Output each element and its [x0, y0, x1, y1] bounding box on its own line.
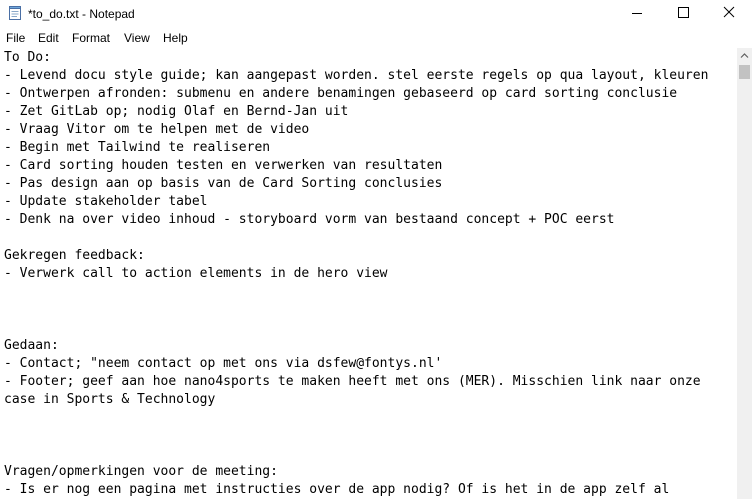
menu-file[interactable]: File: [6, 30, 25, 46]
text-line[interactable]: Vragen/opmerkingen voor de meeting:: [4, 463, 708, 481]
text-line[interactable]: [4, 427, 708, 445]
text-line[interactable]: [4, 283, 708, 301]
close-icon: [723, 6, 735, 18]
text-line[interactable]: [4, 301, 708, 319]
minimize-icon: [632, 13, 642, 14]
text-line[interactable]: [4, 229, 708, 247]
minimize-button[interactable]: [614, 0, 660, 28]
text-line[interactable]: - Verwerk call to action elements in de …: [4, 265, 708, 283]
text-line[interactable]: - Denk na over video inhoud - storyboard…: [4, 211, 708, 229]
text-line[interactable]: - Zet GitLab op; nodig Olaf en Bernd-Jan…: [4, 103, 708, 121]
text-line[interactable]: - Update stakeholder tabel: [4, 193, 708, 211]
menu-format[interactable]: Format: [72, 30, 110, 46]
text-line[interactable]: - Is er nog een pagina met instructies o…: [4, 481, 708, 499]
menu-view[interactable]: View: [124, 30, 150, 46]
notepad-window: *to_do.txt - Notepad File Edit Format Vi…: [0, 0, 752, 499]
text-line[interactable]: [4, 409, 708, 427]
menu-edit[interactable]: Edit: [38, 30, 59, 46]
title-bar[interactable]: *to_do.txt - Notepad: [0, 0, 752, 28]
text-line[interactable]: - Begin met Tailwind te realiseren: [4, 139, 708, 157]
vertical-scrollbar[interactable]: [737, 48, 752, 499]
text-line[interactable]: [4, 445, 708, 463]
maximize-icon: [678, 7, 689, 18]
text-line[interactable]: - Card sorting houden testen en verwerke…: [4, 157, 708, 175]
text-line[interactable]: To Do:: [4, 49, 708, 67]
text-line[interactable]: - Footer; geef aan hoe nano4sports te ma…: [4, 373, 708, 391]
maximize-button[interactable]: [660, 0, 706, 28]
text-line[interactable]: Gedaan:: [4, 337, 708, 355]
menu-help[interactable]: Help: [163, 30, 188, 46]
scrollbar-thumb[interactable]: [739, 65, 750, 79]
text-line[interactable]: - Contact; "neem contact op met ons via …: [4, 355, 708, 373]
notepad-icon: [9, 6, 21, 20]
menu-bar: File Edit Format View Help: [0, 28, 752, 48]
close-button[interactable]: [706, 0, 752, 28]
text-line[interactable]: - Ontwerpen afronden: submenu en andere …: [4, 85, 708, 103]
text-line[interactable]: case in Sports & Technology: [4, 391, 708, 409]
text-line[interactable]: [4, 319, 708, 337]
text-line[interactable]: Gekregen feedback:: [4, 247, 708, 265]
text-content[interactable]: To Do: - Levend docu style guide; kan aan…: [4, 49, 708, 499]
chevron-up-icon: [740, 53, 749, 58]
window-title: *to_do.txt - Notepad: [28, 7, 135, 21]
text-line[interactable]: - Vraag Vitor om te helpen met de video: [4, 121, 708, 139]
text-editor[interactable]: To Do: - Levend docu style guide; kan aan…: [0, 48, 737, 499]
text-line[interactable]: - Pas design aan op basis van de Card So…: [4, 175, 708, 193]
text-line[interactable]: - Levend docu style guide; kan aangepast…: [4, 67, 708, 85]
scroll-up-button[interactable]: [737, 48, 752, 64]
